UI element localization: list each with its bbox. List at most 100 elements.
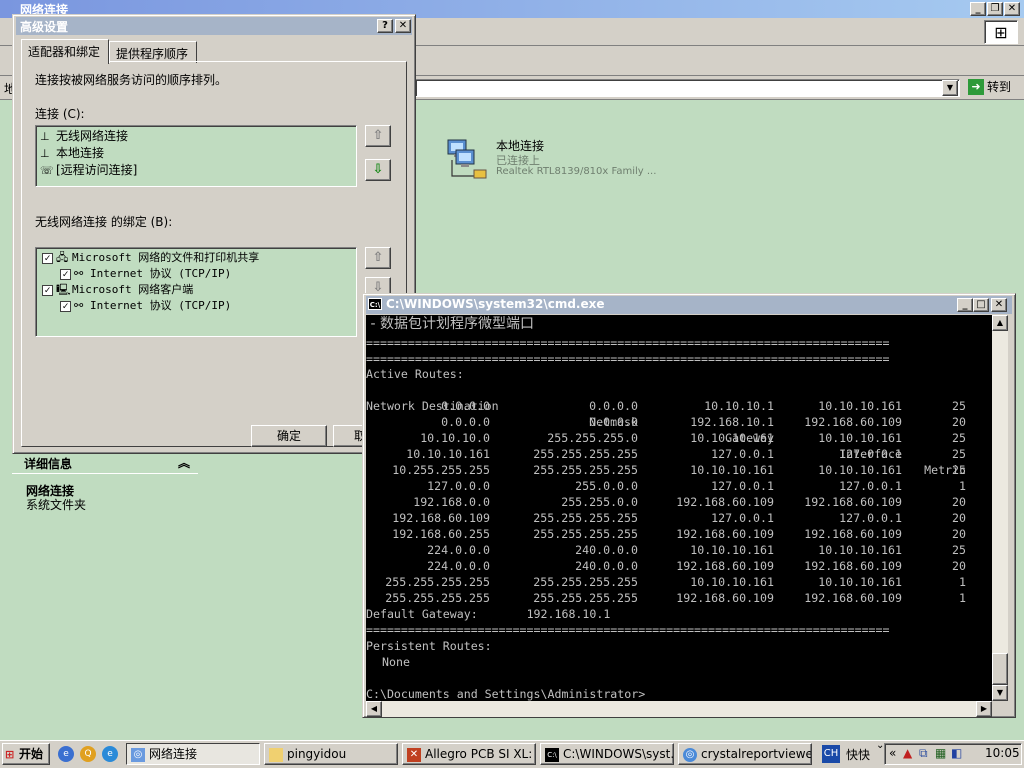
- task-pingyidou[interactable]: pingyidou: [264, 743, 398, 765]
- task-cmd[interactable]: C:\ C:\WINDOWS\syst...: [540, 743, 674, 765]
- route-interface: 192.168.60.109: [804, 527, 902, 541]
- route-gateway: 10.10.10.161: [690, 431, 774, 445]
- go-button[interactable]: ➜ 转到: [966, 78, 1020, 98]
- start-label: 开始: [19, 747, 44, 761]
- ime-icon[interactable]: CH: [822, 745, 840, 763]
- task-label: pingyidou: [287, 747, 347, 761]
- console-separator: ========================================…: [366, 352, 890, 366]
- move-up-button[interactable]: ⇧: [365, 125, 391, 147]
- horizontal-scrollbar[interactable]: ◀ ▶: [366, 701, 992, 717]
- cmd-maximize-button[interactable]: □: [973, 298, 989, 312]
- route-metric: 25: [952, 463, 966, 477]
- help-button[interactable]: ?: [377, 19, 393, 33]
- details-header[interactable]: 详细信息 ︽: [12, 452, 198, 474]
- ime-label[interactable]: 快快: [846, 746, 870, 763]
- route-interface: 10.10.10.161: [818, 431, 902, 445]
- connection-item-remote[interactable]: ☏ [远程访问连接]: [40, 162, 137, 178]
- route-gateway: 192.168.10.1: [690, 415, 774, 429]
- local-connection-item[interactable]: 本地连接 已连接上 Realtek RTL8139/810x Family ..…: [444, 134, 674, 184]
- restore-button[interactable]: ❐: [987, 2, 1003, 16]
- minimize-button[interactable]: _: [970, 2, 986, 16]
- route-metric: 20: [952, 495, 966, 509]
- network-icon: ⊥: [40, 129, 50, 143]
- tray-network-icon[interactable]: ⧉: [919, 746, 928, 761]
- address-input[interactable]: [415, 79, 960, 97]
- scroll-right-button[interactable]: ▶: [976, 701, 992, 717]
- description-text: 连接按被网络服务访问的顺序排列。: [35, 73, 228, 87]
- binding-item[interactable]: ✓ ⚯ Internet 协议 (TCP/IP): [60, 266, 231, 282]
- tab-adapters-bindings[interactable]: 适配器和绑定: [21, 39, 109, 64]
- address-dropdown-button[interactable]: ▼: [942, 80, 958, 96]
- task-allegro[interactable]: ✕ Allegro PCB SI XL: u...: [402, 743, 536, 765]
- route-row: 0.0.0.0 0.0.0.0 10.10.10.1 10.10.10.161 25: [366, 398, 966, 414]
- route-netmask: 255.255.255.255: [533, 511, 638, 525]
- binding-item[interactable]: ✓ ⚯ Internet 协议 (TCP/IP): [60, 298, 231, 314]
- connections-label: 连接 (C):: [35, 107, 85, 121]
- command-prompt[interactable]: C:\Documents and Settings\Administrator>: [366, 686, 645, 701]
- route-gateway: 127.0.0.1: [711, 511, 774, 525]
- console-output[interactable]: - 数据包计划程序微型端口 ==========================…: [366, 315, 992, 701]
- route-netmask: 255.255.255.255: [533, 575, 638, 589]
- quicklaunch-ie-icon[interactable]: e: [102, 746, 118, 762]
- quicklaunch-qq-icon[interactable]: Q: [80, 746, 96, 762]
- tray-app-icon[interactable]: ▲: [903, 746, 912, 760]
- connection-device: Realtek RTL8139/810x Family ...: [496, 166, 657, 177]
- network-icon: ⊥: [40, 146, 50, 160]
- scroll-down-button[interactable]: ▼: [992, 685, 1008, 701]
- binding-label: Internet 协议 (TCP/IP): [90, 267, 232, 280]
- cmd-minimize-button[interactable]: _: [957, 298, 973, 312]
- tray-expand-icon[interactable]: «: [889, 746, 896, 760]
- route-destination: 0.0.0.0: [441, 415, 490, 429]
- binding-label: Internet 协议 (TCP/IP): [90, 299, 232, 312]
- bindings-list[interactable]: ✓ 🖧 Microsoft 网络的文件和打印机共享 ✓ ⚯ Internet 协议 (T…: [35, 247, 357, 337]
- binding-label: Microsoft 网络客户端: [72, 283, 194, 296]
- windows-logo-icon: ⊞: [984, 20, 1018, 44]
- binding-item[interactable]: ✓ 🖳Microsoft 网络客户端: [42, 282, 193, 298]
- checkbox[interactable]: ✓: [60, 300, 71, 312]
- task-label: crystalreportviewer...: [701, 747, 811, 761]
- ok-button[interactable]: 确定: [251, 425, 327, 447]
- scroll-up-button[interactable]: ▲: [992, 315, 1008, 331]
- binding-item[interactable]: ✓ 🖧 Microsoft 网络的文件和打印机共享: [42, 250, 259, 266]
- route-netmask: 0.0.0.0: [589, 399, 638, 413]
- connection-item-label: [远程访问连接]: [56, 163, 138, 177]
- quicklaunch-browser-icon[interactable]: e: [58, 746, 74, 762]
- checkbox[interactable]: ✓: [60, 268, 71, 280]
- route-netmask: 0.0.0.0: [589, 415, 638, 429]
- default-gateway-line: Default Gateway: 192.168.10.1: [366, 606, 610, 622]
- route-destination: 192.168.60.255: [392, 527, 490, 541]
- route-interface: 10.10.10.161: [818, 399, 902, 413]
- route-metric: 1: [959, 479, 966, 493]
- close-button[interactable]: ✕: [1004, 2, 1020, 16]
- connections-list[interactable]: ⊥ 无线网络连接 ⊥ 本地连接 ☏ [远程访问连接]: [35, 125, 357, 187]
- task-network-connections[interactable]: ◎ 网络连接: [126, 743, 260, 765]
- route-metric: 20: [952, 511, 966, 525]
- tray-volume-icon[interactable]: ◧: [951, 746, 962, 760]
- connection-item-wireless[interactable]: ⊥ 无线网络连接: [40, 128, 128, 144]
- route-row: 255.255.255.255 255.255.255.255 10.10.10.1…: [366, 574, 966, 590]
- tab-provider-order[interactable]: 提供程序顺序: [109, 41, 197, 63]
- collapse-chevron-icon[interactable]: ︽: [178, 454, 190, 471]
- binding-move-up-button[interactable]: ⇧: [365, 247, 391, 269]
- persistent-routes-label: Persistent Routes:: [366, 639, 492, 653]
- move-down-button[interactable]: ⇩: [365, 159, 391, 181]
- task-label: 网络连接: [149, 747, 198, 761]
- route-interface: 192.168.60.109: [804, 495, 902, 509]
- vertical-scrollbar[interactable]: ▲ ▼: [992, 315, 1008, 701]
- go-label: 转到: [987, 80, 1012, 94]
- scroll-thumb[interactable]: [992, 653, 1008, 685]
- checkbox[interactable]: ✓: [42, 284, 53, 296]
- cmd-close-button[interactable]: ✕: [991, 298, 1007, 312]
- dialog-close-button[interactable]: ✕: [395, 19, 411, 33]
- start-button[interactable]: ⊞ 开始: [2, 743, 50, 765]
- scroll-left-button[interactable]: ◀: [366, 701, 382, 717]
- task-crystal[interactable]: ◎ crystalreportviewer...: [678, 743, 812, 765]
- checkbox[interactable]: ✓: [42, 252, 53, 264]
- folder-icon: [269, 747, 283, 762]
- route-gateway: 10.10.10.1: [704, 399, 774, 413]
- tray-status-icon[interactable]: ▦: [935, 746, 946, 760]
- tab-label: 提供程序顺序: [116, 47, 189, 61]
- network-connection-icon: [447, 139, 487, 179]
- task-label: Allegro PCB SI XL: u...: [425, 747, 535, 761]
- connection-item-local[interactable]: ⊥ 本地连接: [40, 145, 104, 161]
